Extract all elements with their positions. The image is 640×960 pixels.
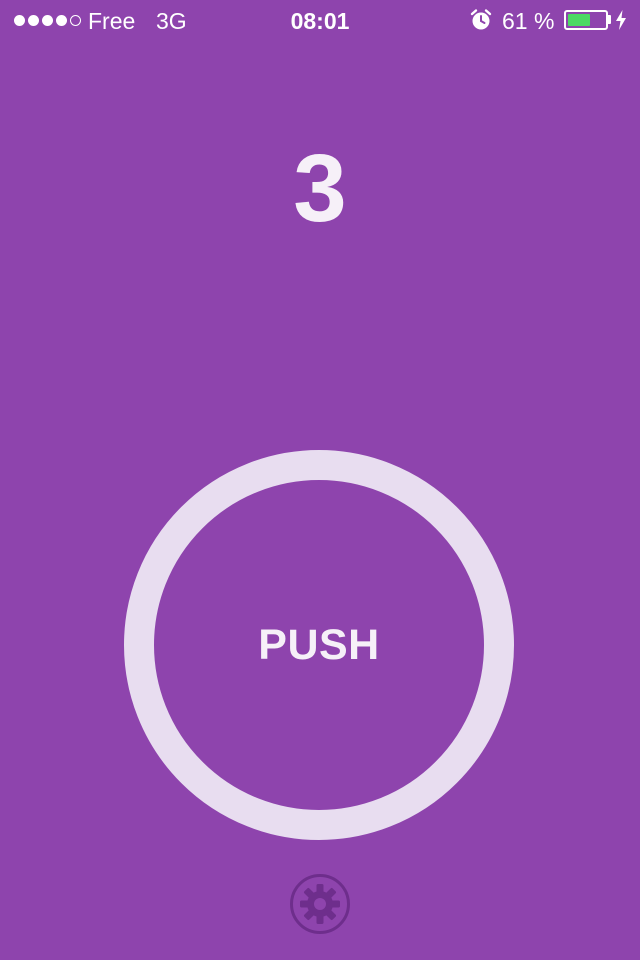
battery-nub: [608, 15, 611, 24]
gear-icon[interactable]: [289, 873, 351, 935]
status-bar: Free 3G 08:01 61 %: [0, 0, 640, 40]
push-button[interactable]: PUSH: [124, 450, 514, 840]
battery-percentage: 61 %: [502, 8, 555, 34]
alarm-icon: [470, 9, 492, 30]
battery-icon: [564, 10, 608, 30]
tap-counter: 3: [293, 135, 347, 242]
charging-bolt-icon: [616, 10, 626, 30]
push-button-label: PUSH: [258, 620, 380, 669]
battery-level: [568, 14, 590, 26]
